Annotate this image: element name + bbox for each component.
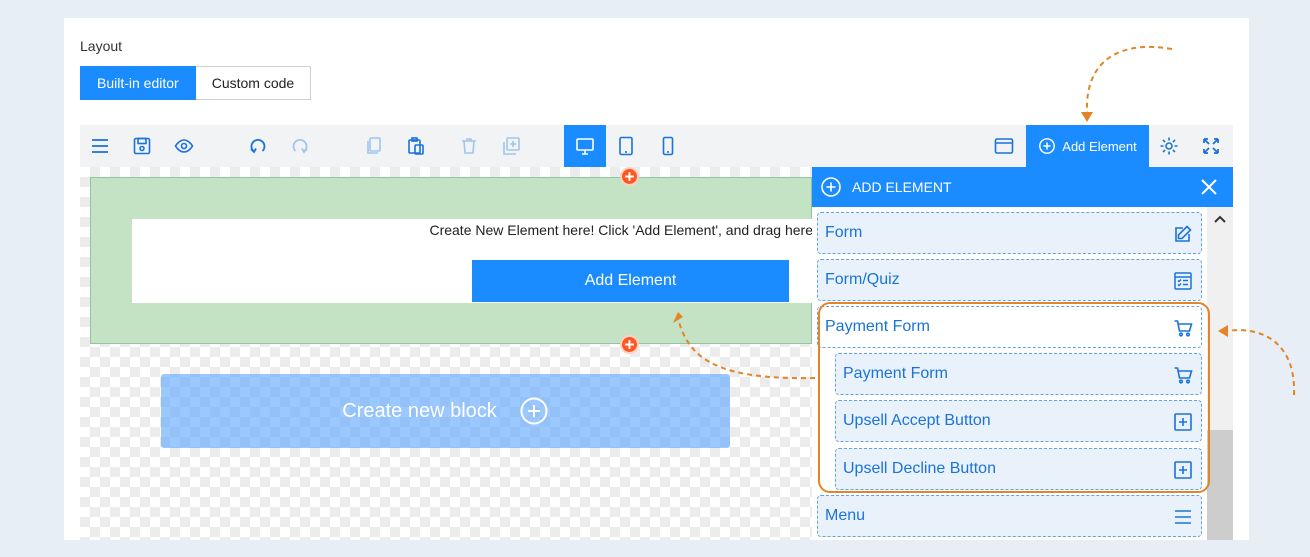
menu-lines-icon: [1175, 510, 1191, 524]
create-new-block-button[interactable]: Create new block: [161, 374, 730, 448]
add-element-panel-title: ADD ELEMENT: [852, 179, 952, 195]
delete-icon[interactable]: [449, 125, 489, 167]
toolbar-add-element-label: Add Element: [1062, 138, 1137, 154]
element-item-label: Menu: [825, 507, 866, 524]
add-section-bottom-icon[interactable]: [620, 335, 639, 354]
settings-gear-icon[interactable]: [1149, 125, 1189, 167]
scrollbar-thumb[interactable]: [1207, 430, 1233, 540]
fullscreen-icon[interactable]: [1191, 125, 1231, 167]
element-item-menu[interactable]: Menu: [817, 495, 1202, 537]
plus-circle-icon: [821, 177, 841, 197]
browser-window-icon[interactable]: [984, 125, 1024, 167]
preview-eye-icon[interactable]: [164, 125, 204, 167]
add-section-top-icon[interactable]: [620, 167, 639, 186]
element-list-scrollbar[interactable]: [1207, 207, 1233, 540]
undo-icon[interactable]: [238, 125, 278, 167]
layout-label: Layout: [80, 38, 123, 54]
canvas-add-element-button[interactable]: Add Element: [472, 260, 789, 302]
hamburger-menu-icon[interactable]: [80, 125, 120, 167]
tablet-view-icon[interactable]: [606, 125, 646, 167]
redo-icon[interactable]: [280, 125, 320, 167]
quiz-icon: [1174, 272, 1192, 290]
custom-code-button[interactable]: Custom code: [195, 66, 312, 100]
duplicate-icon[interactable]: [491, 125, 531, 167]
edit-icon: [1175, 225, 1192, 242]
create-new-block-label: Create new block: [342, 399, 497, 422]
element-item-form[interactable]: Form: [817, 212, 1202, 254]
paste-icon[interactable]: [396, 125, 436, 167]
built-in-editor-button[interactable]: Built-in editor: [80, 66, 196, 100]
element-item-label: Form: [825, 224, 863, 241]
add-element-panel-header: ADD ELEMENT: [812, 167, 1233, 207]
save-icon[interactable]: [122, 125, 162, 167]
plus-circle-icon: [1039, 138, 1056, 154]
mobile-view-icon[interactable]: [648, 125, 688, 167]
editor-toolbar: Add Element: [80, 125, 1233, 167]
element-row[interactable]: Create New Element here! Click 'Add Elem…: [132, 219, 813, 303]
payment-group-highlight: [818, 302, 1210, 493]
copy-icon[interactable]: [354, 125, 394, 167]
close-icon[interactable]: [1199, 177, 1219, 197]
toolbar-add-element-button[interactable]: Add Element: [1026, 125, 1149, 167]
layout-mode-switch: Built-in editor Custom code: [80, 66, 312, 100]
desktop-view-icon[interactable]: [564, 125, 606, 167]
section-block[interactable]: Create New Element here! Click 'Add Elem…: [90, 177, 813, 344]
element-item-label: Form/Quiz: [825, 271, 900, 288]
plus-circle-icon: [520, 397, 548, 425]
element-item-form-quiz[interactable]: Form/Quiz: [817, 259, 1202, 301]
editor-canvas[interactable]: Create New Element here! Click 'Add Elem…: [80, 167, 813, 540]
create-element-hint: Create New Element here! Click 'Add Elem…: [429, 222, 813, 238]
chevron-up-icon[interactable]: [1212, 211, 1228, 227]
